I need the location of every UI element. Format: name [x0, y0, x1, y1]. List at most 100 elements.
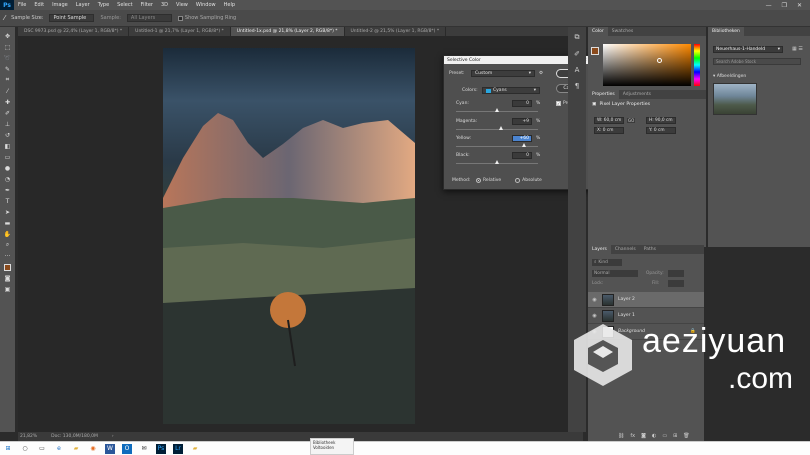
- link-layers-icon[interactable]: ⛓: [618, 433, 624, 439]
- character-panel-icon[interactable]: A: [575, 66, 580, 74]
- height-field[interactable]: H: 90,0 cm: [646, 117, 676, 124]
- stamp-tool-icon[interactable]: ⊥: [2, 119, 13, 129]
- gradient-tool-icon[interactable]: ▭: [2, 152, 13, 162]
- show-sampling-ring-checkbox[interactable]: Show Sampling Ring: [177, 15, 236, 21]
- explorer-icon[interactable]: ▰: [71, 444, 81, 454]
- cyan-slider-thumb[interactable]: [495, 108, 499, 112]
- trash-icon[interactable]: 🗑: [683, 433, 689, 439]
- sample-select[interactable]: All Layers: [126, 14, 172, 22]
- menu-image[interactable]: Image: [48, 2, 72, 8]
- tab-libraries[interactable]: Bibliotheken: [708, 27, 744, 36]
- cyan-input[interactable]: 0: [512, 100, 532, 107]
- blend-mode-select[interactable]: Normal: [592, 270, 638, 277]
- new-layer-icon[interactable]: ⊞: [673, 433, 677, 439]
- brush-tool-icon[interactable]: ✐: [2, 108, 13, 118]
- hand-tool-icon[interactable]: ✋: [2, 229, 13, 239]
- tab-document-2[interactable]: Untitled-1 @ 21,7% (Layer 1, RGB/8*) *: [129, 27, 231, 36]
- fx-icon[interactable]: fx: [630, 433, 635, 439]
- mask-icon[interactable]: ◙: [641, 433, 646, 439]
- yellow-input[interactable]: +60: [512, 135, 532, 142]
- menu-edit[interactable]: Edit: [30, 2, 48, 8]
- lightroom-icon[interactable]: Lr: [173, 443, 183, 454]
- sample-size-select[interactable]: Point Sample: [49, 14, 95, 22]
- history-panel-icon[interactable]: ⧉: [575, 33, 580, 42]
- hue-slider[interactable]: [694, 44, 700, 86]
- search-icon[interactable]: ○: [20, 444, 30, 454]
- opacity-input[interactable]: [668, 270, 684, 277]
- layer-kind-filter[interactable]: ⌕ Kind: [592, 259, 622, 266]
- library-image-thumbnail[interactable]: [713, 83, 757, 115]
- menu-help[interactable]: Help: [220, 2, 239, 8]
- crop-tool-icon[interactable]: ⌗: [2, 75, 13, 85]
- preview-checkbox[interactable]: ✓: [556, 101, 561, 106]
- eraser-tool-icon[interactable]: ◧: [2, 141, 13, 151]
- x-field[interactable]: X: 0 cm: [594, 127, 624, 134]
- history-brush-icon[interactable]: ↺: [2, 130, 13, 140]
- tab-swatches[interactable]: Swatches: [608, 27, 638, 36]
- colors-select[interactable]: Cyans ▾: [482, 87, 540, 94]
- width-field[interactable]: W: 60,0 cm: [594, 117, 624, 124]
- magenta-slider-thumb[interactable]: [499, 126, 503, 130]
- document-image[interactable]: [163, 48, 415, 424]
- group-icon[interactable]: ▭: [662, 433, 667, 439]
- brush-panel-icon[interactable]: ✐: [574, 50, 580, 58]
- menu-file[interactable]: File: [14, 2, 30, 8]
- maximize-button[interactable]: ❐: [782, 2, 787, 9]
- paragraph-panel-icon[interactable]: ¶: [575, 82, 579, 90]
- tab-channels[interactable]: Channels: [611, 245, 640, 254]
- menu-view[interactable]: View: [172, 2, 192, 8]
- preset-select[interactable]: Custom ▾: [471, 70, 535, 77]
- quick-select-tool-icon[interactable]: ✎: [2, 64, 13, 74]
- images-section-label[interactable]: ▾ Afbeeldingen: [713, 74, 746, 79]
- windows-icon[interactable]: ⊞: [3, 444, 13, 454]
- stock-search-input[interactable]: Search Adobe Stock: [713, 58, 801, 65]
- absolute-radio[interactable]: [515, 178, 521, 183]
- tab-layers[interactable]: Layers: [588, 245, 611, 254]
- relative-radio[interactable]: [476, 178, 481, 183]
- move-tool-icon[interactable]: ✥: [2, 31, 13, 41]
- menu-filter[interactable]: Filter: [137, 2, 157, 8]
- folder-icon[interactable]: ▰: [190, 444, 200, 454]
- tab-adjustments[interactable]: Adjustments: [619, 90, 655, 99]
- yellow-slider-thumb[interactable]: [522, 143, 526, 147]
- lasso-tool-icon[interactable]: ➰: [2, 53, 13, 63]
- eyedropper-icon[interactable]: ⁄: [4, 14, 5, 22]
- menu-3d[interactable]: 3D: [157, 2, 172, 8]
- tab-document-4[interactable]: Untitled-2 @ 21,5% (Layer 1, RGB/8*) *: [345, 27, 447, 36]
- menu-window[interactable]: Window: [192, 2, 220, 8]
- status-arrow-icon[interactable]: ›: [112, 434, 114, 439]
- library-select[interactable]: Neuerhaus-1-Handeld ▾: [713, 46, 783, 53]
- tab-paths[interactable]: Paths: [640, 245, 660, 254]
- fill-input[interactable]: [668, 280, 684, 287]
- task-view-icon[interactable]: ▭: [37, 444, 47, 454]
- menu-layer[interactable]: Layer: [72, 2, 94, 8]
- preset-options-icon[interactable]: ⚙: [539, 71, 543, 76]
- foreground-color-swatch[interactable]: [2, 262, 13, 272]
- screen-mode-icon[interactable]: ▣: [2, 284, 13, 294]
- y-field[interactable]: Y: 0 cm: [646, 127, 676, 134]
- zoom-tool-icon[interactable]: ⌕: [2, 240, 13, 250]
- healing-tool-icon[interactable]: ✚: [2, 97, 13, 107]
- eyedropper-tool-icon[interactable]: ⁄: [2, 86, 13, 96]
- quick-mask-icon[interactable]: ◙: [2, 273, 13, 283]
- tab-document-1[interactable]: DSC 9973.psd @ 22,4% (Layer 1, RGB/8*) *: [18, 27, 130, 36]
- mail-icon[interactable]: ✉: [139, 444, 149, 454]
- pen-tool-icon[interactable]: ✒: [2, 185, 13, 195]
- path-select-tool-icon[interactable]: ➤: [2, 207, 13, 217]
- blur-tool-icon[interactable]: ●: [2, 163, 13, 173]
- type-tool-icon[interactable]: T: [2, 196, 13, 206]
- word-icon[interactable]: W: [105, 443, 115, 454]
- link-icon[interactable]: GO: [627, 118, 636, 123]
- color-field[interactable]: [603, 44, 691, 86]
- tab-document-3[interactable]: Untitled-1x.psd @ 21,8% (Layer 2, RGB/8*…: [230, 27, 345, 36]
- edge-icon[interactable]: e: [54, 444, 64, 454]
- dodge-tool-icon[interactable]: ◔: [2, 174, 13, 184]
- marquee-tool-icon[interactable]: ⬚: [2, 42, 13, 52]
- adjustment-layer-icon[interactable]: ◐: [652, 433, 656, 439]
- shape-tool-icon[interactable]: ▬: [2, 218, 13, 228]
- menu-select[interactable]: Select: [113, 2, 136, 8]
- black-slider-thumb[interactable]: [495, 160, 499, 164]
- library-view-icons[interactable]: ▦ ☰: [792, 46, 803, 52]
- photoshop-icon[interactable]: Ps: [156, 443, 166, 454]
- tab-color[interactable]: Color: [588, 27, 608, 36]
